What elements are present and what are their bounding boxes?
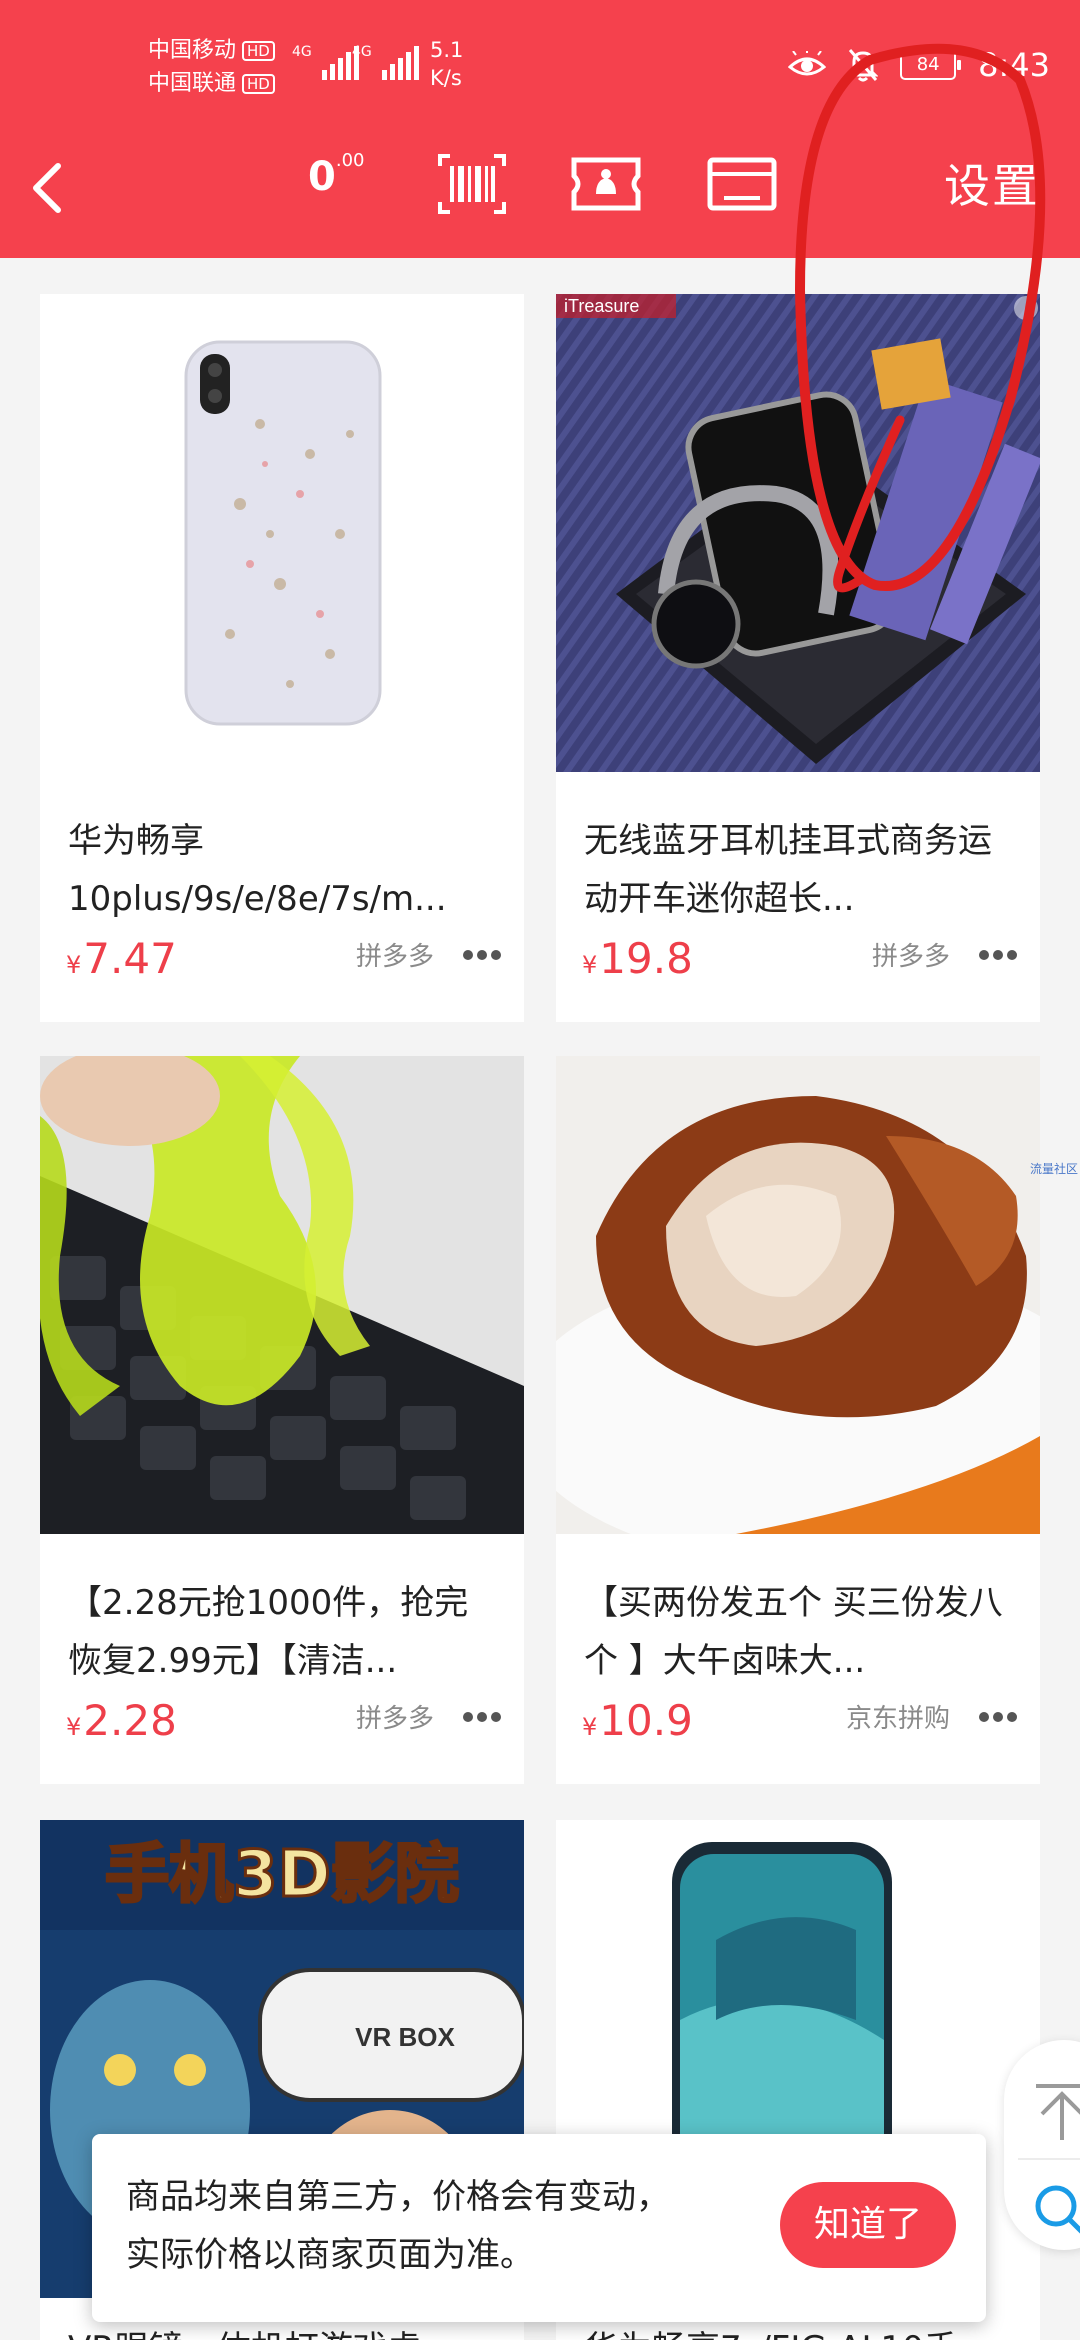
platform-label: 拼多多: [355, 1704, 434, 1734]
balance-int: 0: [308, 154, 336, 200]
platform-label: 京东拼购: [845, 1704, 950, 1734]
search-icon[interactable]: [1030, 2180, 1080, 2240]
side-tag[interactable]: 流量社区: [1030, 1160, 1078, 1177]
product-price: ¥2.28: [66, 1696, 177, 1745]
product-title[interactable]: 华为畅享7s/FIG-AL10手...: [584, 2320, 1014, 2340]
platform-label: 拼多多: [355, 942, 434, 972]
more-options-icon[interactable]: [978, 1710, 1018, 1724]
back-to-top-icon[interactable]: [1034, 2082, 1080, 2142]
currency-symbol: ¥: [66, 1713, 82, 1741]
product-image[interactable]: [40, 294, 524, 772]
product-price: ¥10.9: [582, 1696, 693, 1745]
product-image[interactable]: [556, 1056, 1040, 1534]
image-brand: VR BOX: [355, 2022, 455, 2052]
product-card[interactable]: iTreasure 无线蓝牙耳机挂耳式商务运动开车迷你超长... ¥19.8 拼…: [556, 294, 1040, 1022]
price-notice-toast: 商品均来自第三方，价格会有变动， 实际价格以商家页面为准。 知道了: [92, 2134, 986, 2322]
product-title[interactable]: 【买两份发五个 买三份发八个 】大午卤味大...: [584, 1574, 1014, 1690]
balance[interactable]: 0.00: [308, 150, 364, 200]
currency-symbol: ¥: [582, 951, 598, 979]
carrier-1: 中国移动: [148, 38, 237, 63]
coupon-icon[interactable]: [570, 152, 642, 216]
more-options-icon[interactable]: [462, 1710, 502, 1724]
mute-bell-icon: [848, 49, 879, 82]
toast-message-line-2: 实际价格以商家页面为准。: [126, 2235, 534, 2275]
clock: 8:43: [978, 46, 1050, 84]
price-value: 19.8: [599, 934, 693, 983]
price-value: 7.47: [83, 934, 177, 983]
network-type-1: 4G: [292, 44, 312, 60]
product-card[interactable]: 华为畅享10plus/9s/e/8e/7s/m... ¥7.47 拼多多: [40, 294, 524, 1022]
braised-duck-image: [556, 1056, 1040, 1534]
floating-actions: [1004, 2040, 1080, 2250]
battery-icon: 84: [900, 50, 962, 80]
back-icon[interactable]: [22, 152, 82, 222]
product-title[interactable]: 【2.28元抢1000件，抢完恢复2.99元】【清洁...: [68, 1574, 498, 1690]
currency-symbol: ¥: [66, 951, 82, 979]
screen-icon[interactable]: [706, 152, 778, 216]
product-title[interactable]: VR眼镜一体机打游戏虚...: [68, 2320, 498, 2340]
carrier-info: 中国移动 HD 中国联通 HD: [148, 34, 275, 100]
hd-badge: HD: [242, 74, 275, 94]
product-title[interactable]: 华为畅享10plus/9s/e/8e/7s/m...: [68, 812, 498, 928]
phone-case-image: [184, 340, 382, 726]
image-badge: iTreasure: [564, 296, 639, 316]
settings-button[interactable]: 设置: [944, 150, 1040, 216]
eye-comfort-icon: [788, 51, 827, 76]
more-options-icon[interactable]: [978, 948, 1018, 962]
product-price: ¥19.8: [582, 934, 693, 983]
net-speed: 5.1 K/s: [430, 36, 463, 92]
image-caption: 手机3D影院: [105, 1838, 459, 1912]
net-speed-value: 5.1: [430, 38, 464, 62]
product-title[interactable]: 无线蓝牙耳机挂耳式商务运动开车迷你超长...: [584, 812, 1014, 928]
app-bar: 0.00 设置: [0, 130, 1080, 258]
got-it-button[interactable]: 知道了: [780, 2182, 956, 2268]
toast-message-line-1: 商品均来自第三方，价格会有变动，: [126, 2177, 670, 2217]
more-options-icon[interactable]: [462, 948, 502, 962]
status-right: 84 8:43: [788, 46, 1050, 84]
toast-message: 商品均来自第三方，价格会有变动， 实际价格以商家页面为准。: [126, 2168, 746, 2284]
carrier-2: 中国联通: [148, 71, 237, 96]
barcode-icon[interactable]: [436, 152, 508, 216]
product-image[interactable]: [40, 1056, 524, 1534]
product-card[interactable]: 【2.28元抢1000件，抢完恢复2.99元】【清洁... ¥2.28 拼多多: [40, 1056, 524, 1784]
cleaning-gel-image: [40, 1056, 524, 1534]
price-value: 10.9: [599, 1696, 693, 1745]
network-type-2: 4G: [352, 44, 372, 60]
status-bar: 中国移动 HD 中国联通 HD 4G 4G 5.1 K/s 84 8:43: [0, 0, 1080, 130]
signal-2-icon: 4G: [352, 40, 419, 80]
currency-symbol: ¥: [582, 1713, 598, 1741]
product-card[interactable]: 【买两份发五个 买三份发八个 】大午卤味大... ¥10.9 京东拼购: [556, 1056, 1040, 1784]
platform-label: 拼多多: [871, 942, 950, 972]
balance-dec: .00: [335, 150, 365, 171]
hd-badge: HD: [242, 41, 275, 61]
net-speed-unit: K/s: [430, 66, 462, 90]
price-value: 2.28: [83, 1696, 177, 1745]
product-price: ¥7.47: [66, 934, 177, 983]
product-image[interactable]: iTreasure: [556, 294, 1040, 772]
header: 中国移动 HD 中国联通 HD 4G 4G 5.1 K/s 84 8:43 0.…: [0, 0, 1080, 258]
earphone-image: iTreasure: [556, 294, 1040, 772]
